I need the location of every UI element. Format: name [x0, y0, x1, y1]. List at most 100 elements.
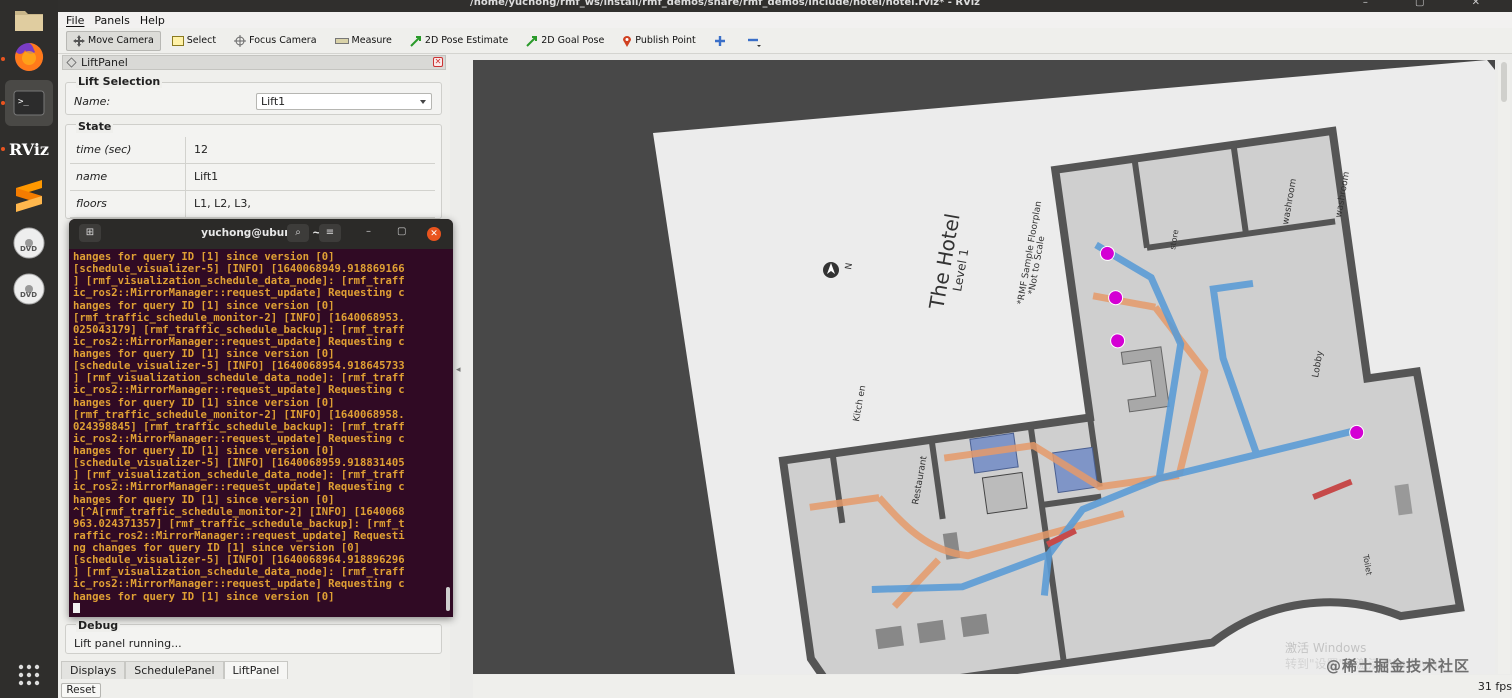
terminal-line: [schedule_visualizer-5] [INFO] [16400689…: [73, 263, 405, 276]
hamburger-menu-icon[interactable]: ≡: [319, 224, 341, 242]
state-value: 12: [194, 143, 208, 156]
measure-label: Measure: [351, 35, 392, 46]
select-icon: [171, 35, 184, 46]
terminal-icon[interactable]: >_: [5, 80, 53, 126]
tab-displays[interactable]: Displays: [61, 661, 126, 679]
scrollbar-thumb[interactable]: [1501, 62, 1507, 102]
terminal-line: ic_ros2::MirrorManager::request_update] …: [73, 432, 405, 445]
terminal-output[interactable]: hanges for query ID [1] since version [0…: [73, 251, 445, 613]
tab-schedule-panel[interactable]: SchedulePanel: [125, 661, 224, 679]
terminal-line: ] [rmf_visualization_schedule_data_node]…: [73, 469, 405, 482]
rviz-3d-viewport[interactable]: The Hotel Level 1 *RMF Sample Floorplan …: [473, 60, 1495, 674]
lift-name-value: Lift1: [261, 95, 286, 108]
menu-help[interactable]: Help: [140, 14, 165, 27]
panel-close-icon[interactable]: ✕: [433, 57, 443, 67]
state-key: name: [70, 164, 186, 190]
green-arrow-icon: [410, 35, 422, 47]
terminal-line: ] [rmf_visualization_schedule_data_node]…: [73, 275, 405, 288]
select-label: Select: [186, 35, 217, 46]
terminal-window[interactable]: ⊞ yuchong@ubuntu: ~ ⌕ ≡ – ▢ ✕ hanges for…: [69, 219, 453, 617]
terminal-line: ic_ros2::MirrorManager::request_update] …: [73, 578, 405, 591]
move-camera-button[interactable]: Move Camera: [66, 30, 161, 51]
goal-pose-button[interactable]: 2D Goal Pose: [519, 31, 611, 51]
menu-file[interactable]: File: [66, 14, 84, 27]
sublime-icon[interactable]: [5, 172, 53, 218]
terminal-line: [rmf_traffic_schedule_monitor-2] [INFO] …: [73, 311, 405, 324]
state-key: time (sec): [70, 137, 186, 163]
watermark-line: 激活 Windows: [1285, 641, 1367, 655]
terminal-line: raffic_ros2::MirrorManager::request_upda…: [73, 529, 405, 542]
measure-button[interactable]: Measure: [328, 31, 399, 51]
state-value: L1, L2, L3,: [194, 197, 251, 210]
publish-point-button[interactable]: Publish Point: [615, 31, 702, 51]
terminal-cursor: [73, 602, 80, 613]
state-row: name Lift1: [70, 164, 435, 191]
terminal-line: hanges for query ID [1] since version [0…: [73, 396, 335, 409]
terminal-line: hanges for query ID [1] since version [0…: [73, 590, 335, 603]
state-value: Lift1: [194, 170, 219, 183]
rviz-icon[interactable]: RViz: [5, 126, 53, 172]
firefox-icon[interactable]: [5, 34, 53, 80]
terminal-header: ⊞ yuchong@ubuntu: ~ ⌕ ≡ – ▢ ✕: [69, 219, 453, 249]
svg-text:>_: >_: [18, 97, 29, 107]
remove-tool-button[interactable]: [740, 31, 771, 51]
svg-text:DVD: DVD: [20, 291, 37, 299]
pose-estimate-button[interactable]: 2D Pose Estimate: [403, 31, 515, 51]
window-title: /home/yuchong/rmf_ws/install/rmf_demos/s…: [470, 0, 980, 8]
pose-estimate-label: 2D Pose Estimate: [424, 35, 509, 46]
menu-panels[interactable]: Panels: [94, 14, 129, 27]
terminal-line: [schedule_visualizer-5] [INFO] [16400689…: [73, 554, 405, 567]
window-titlebar: /home/yuchong/rmf_ws/install/rmf_demos/s…: [58, 0, 1512, 12]
fps-counter: 31 fps: [1477, 680, 1512, 693]
running-indicator: [1, 57, 5, 61]
window-controls[interactable]: – ▢ ✕: [1363, 0, 1502, 8]
select-button[interactable]: Select: [165, 31, 223, 51]
state-row: time (sec) 12: [70, 137, 435, 164]
move-camera-icon: [73, 34, 85, 47]
terminal-line: [schedule_visualizer-5] [INFO] [16400689…: [73, 360, 405, 373]
terminal-line: [rmf_traffic_schedule_monitor-2] [INFO] …: [73, 408, 405, 421]
panel-splitter[interactable]: ◂: [456, 365, 461, 375]
terminal-line: hanges for query ID [1] since version [0…: [73, 348, 335, 360]
publish-point-label: Publish Point: [635, 35, 696, 46]
debug-title: Debug: [76, 619, 121, 632]
panel-float-icon[interactable]: [66, 57, 77, 68]
terminal-line: ] [rmf_visualization_schedule_data_node]…: [73, 566, 405, 579]
terminal-line: 024398845] [rmf_traffic_schedule_backup]…: [73, 420, 405, 433]
focus-camera-label: Focus Camera: [249, 35, 317, 46]
terminal-title: yuchong@ubuntu: ~: [201, 227, 321, 239]
focus-camera-button[interactable]: Focus Camera: [227, 31, 323, 51]
terminal-line: hanges for query ID [1] since version [0…: [73, 493, 335, 506]
status-bar: 31 fps: [473, 675, 1512, 698]
dvd-icon[interactable]: DVD: [5, 266, 53, 312]
lift-name-select[interactable]: Lift1: [256, 93, 432, 110]
svg-text:DVD: DVD: [20, 245, 37, 253]
tab-lift-panel[interactable]: LiftPanel: [223, 661, 289, 679]
add-tool-button[interactable]: [707, 31, 736, 51]
apps-grid-icon[interactable]: [5, 652, 53, 698]
lift-selection-title: Lift Selection: [76, 75, 163, 88]
dvd-icon[interactable]: DVD: [5, 220, 53, 266]
plus-icon: [714, 35, 726, 47]
search-icon[interactable]: ⌕: [287, 224, 309, 242]
viewport-scrollbar[interactable]: [1498, 60, 1510, 674]
reset-button[interactable]: Reset: [61, 683, 101, 698]
terminal-line: ^[^A[rmf_traffic_schedule_monitor-2] [IN…: [73, 505, 405, 518]
debug-group: Debug Lift panel running...: [65, 619, 442, 654]
rviz-label: RViz: [8, 139, 50, 159]
lift-panel-title: LiftPanel: [81, 56, 128, 69]
lift-panel-header: LiftPanel ✕: [62, 55, 446, 70]
minimize-icon[interactable]: –: [366, 226, 371, 237]
terminal-line: ng changes for query ID [1] since versio…: [73, 542, 361, 554]
name-label: Name:: [74, 95, 111, 108]
focus-camera-icon: [234, 34, 247, 47]
ubuntu-dock: >_ RViz DVD DVD: [0, 0, 58, 698]
close-icon[interactable]: ✕: [427, 227, 441, 241]
state-row: floors L1, L2, L3,: [70, 191, 435, 218]
terminal-scrollbar[interactable]: [446, 587, 450, 611]
terminal-cursor-line: [73, 602, 445, 613]
state-group: State time (sec) 12 name Lift1 floors L1…: [65, 120, 442, 219]
move-camera-label: Move Camera: [88, 35, 154, 46]
terminal-line: ic_ros2::MirrorManager::request_update] …: [73, 287, 405, 300]
maximize-icon[interactable]: ▢: [397, 226, 406, 237]
